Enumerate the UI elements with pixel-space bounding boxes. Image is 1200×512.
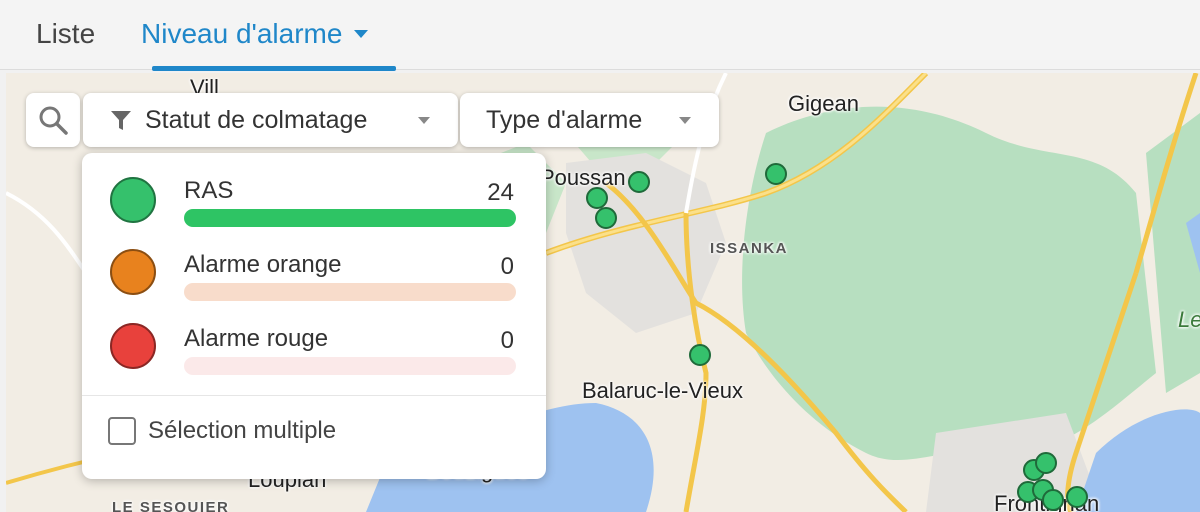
status-dot-icon <box>110 249 156 295</box>
place-label-issanka: ISSANKA <box>710 240 789 257</box>
legend-row-alarme-rouge[interactable]: Alarme rouge 0 <box>82 311 546 381</box>
alarm-level-panel: RAS 24 Alarme orange 0 Alarme rouge 0 Sé… <box>82 153 546 479</box>
filter-icon <box>111 111 131 130</box>
tab-niveau-alarme-label: Niveau d'alarme <box>141 18 343 49</box>
place-label-sesquier: LE SESQUIER <box>112 499 230 512</box>
place-label-gigean: Gigean <box>788 91 859 116</box>
map-marker[interactable] <box>1066 486 1088 508</box>
tab-niveau-alarme[interactable]: Niveau d'alarme <box>141 0 369 68</box>
map-marker[interactable] <box>595 207 617 229</box>
tab-bar: Liste Niveau d'alarme <box>0 0 1200 71</box>
multi-select-toggle[interactable]: Sélection multiple <box>108 417 336 445</box>
legend-row-count: 0 <box>500 327 514 354</box>
multi-select-label: Sélection multiple <box>148 417 337 444</box>
legend-row-bar <box>184 357 516 375</box>
legend-row-ras[interactable]: RAS 24 <box>82 163 546 233</box>
legend-row-bar <box>184 209 516 227</box>
status-dot-icon <box>110 323 156 369</box>
chevron-down-icon <box>418 116 430 124</box>
multi-select-checkbox[interactable] <box>108 417 136 445</box>
search-icon <box>39 106 68 135</box>
map-marker[interactable] <box>586 187 608 209</box>
search-button[interactable] <box>26 93 80 147</box>
statut-colmatage-filter[interactable]: Statut de colmatage <box>83 93 458 147</box>
legend-row-count: 24 <box>487 179 514 206</box>
place-label-balaruc: Balaruc-le-Vieux <box>582 378 744 403</box>
panel-divider <box>82 395 546 396</box>
legend-row-bar <box>184 283 516 301</box>
legend-row-count: 0 <box>500 253 514 280</box>
place-label-le: Le <box>1178 307 1200 332</box>
map-marker[interactable] <box>1042 489 1064 511</box>
type-alarme-label: Type d'alarme <box>486 105 643 134</box>
legend-row-label: Alarme orange <box>184 251 342 278</box>
map-marker[interactable] <box>628 171 650 193</box>
status-dot-icon <box>110 177 156 223</box>
type-alarme-filter[interactable]: Type d'alarme <box>460 93 719 147</box>
legend-row-label: Alarme rouge <box>184 325 329 352</box>
legend-row-label: RAS <box>184 177 234 204</box>
tab-liste[interactable]: Liste <box>36 0 95 68</box>
chevron-down-icon <box>354 30 369 38</box>
statut-colmatage-label: Statut de colmatage <box>145 105 368 134</box>
place-label-poussan: Poussan <box>540 165 626 190</box>
map-marker[interactable] <box>1035 452 1057 474</box>
map-marker[interactable] <box>765 163 787 185</box>
chevron-down-icon <box>679 116 691 124</box>
active-tab-indicator <box>152 66 396 71</box>
map-marker[interactable] <box>689 344 711 366</box>
legend-row-alarme-orange[interactable]: Alarme orange 0 <box>82 237 546 307</box>
